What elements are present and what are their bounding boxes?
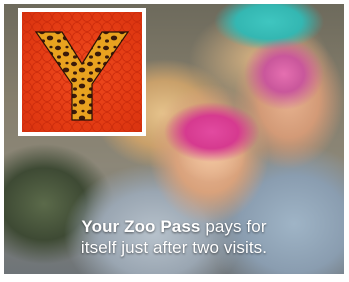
caption-text: pays for	[205, 217, 267, 236]
logo-badge	[22, 12, 142, 132]
caption-line-1: Your Zoo Pass pays for	[4, 216, 344, 237]
caption-line-2: itself just after two visits.	[80, 238, 268, 257]
zoo-pass-ad[interactable]: Your Zoo Pass pays for itself just after…	[4, 4, 344, 274]
ad-caption: Your Zoo Pass pays for itself just after…	[4, 216, 344, 258]
logo-frame	[18, 8, 146, 136]
leopard-print-y-logo-icon	[22, 12, 142, 132]
caption-highlight: Your Zoo Pass	[81, 217, 201, 236]
